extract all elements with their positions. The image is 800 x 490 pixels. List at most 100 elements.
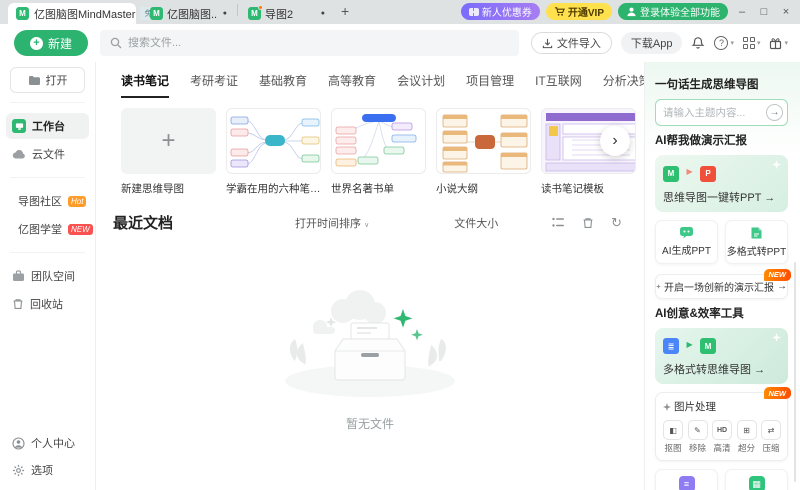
vip-button[interactable]: 开通VIP [546,3,612,20]
mindmap-to-ppt-card[interactable]: M ▶ P 思维导图一键转PPT → [655,155,788,212]
trash-button[interactable] [582,217,594,229]
tab-separator [237,4,238,16]
more-templates-button[interactable]: › [600,126,630,156]
user-icon [626,6,637,17]
generate-section-title: 一句话生成思维导图 [655,76,788,92]
sidebar-item-recycle-bin[interactable]: 回收站 [6,291,89,317]
refresh-button[interactable]: ↻ [611,215,622,231]
titlebar: M 亿图脑图MindMaster 免费 M 亿图脑图...更新内容 ● M 导图… [0,0,800,24]
hd-icon: HD [712,420,732,440]
cart-icon [554,6,565,17]
sidebar-item-personal-center[interactable]: 个人中心 [6,430,89,456]
sparkle-icon [656,282,661,291]
innovative-presentation-button[interactable]: 开启一场创新的演示汇报 → NEW [655,274,788,299]
app-outline-notes[interactable]: ≡大纲笔记 [655,469,718,490]
ai-panel: 一句话生成思维导图 → AI帮我做演示汇报 M ▶ P 思维导图一键转PPT →… [644,62,800,490]
app-task-board[interactable]: ▦任务看板 [725,469,788,490]
task-board-icon: ▦ [749,476,765,490]
template-thumbnail-novel [436,108,531,174]
topic-input-box[interactable]: → [655,99,788,126]
trash-icon [12,298,24,310]
sidebar-item-community[interactable]: 导图社区 Hot [6,188,89,214]
apps-menu-button[interactable]: ▾ [743,37,761,49]
panel-scrollbar[interactable] [794,262,796,482]
new-badge: NEW [764,269,792,281]
cloud-icon [12,149,26,160]
help-menu-button[interactable]: ? ▾ [714,36,734,50]
user-circle-icon [12,437,25,450]
tab-higher-education[interactable]: 高等教育 [328,72,376,98]
sparkle-icon [663,403,671,411]
mindmap-doc-icon: M [700,338,716,354]
template-card-novel-outline[interactable]: 小说大纲 [436,108,531,196]
apps-grid-icon [743,37,755,49]
recent-documents-title: 最近文档 [113,212,173,233]
tool-remove[interactable]: ✎移除 [688,420,708,454]
sort-dropdown[interactable]: 打开时间排序 ∨ [295,215,369,231]
notifications-button[interactable] [691,36,705,50]
tab-project-management[interactable]: 项目管理 [466,72,514,98]
multi-format-to-mindmap-card[interactable]: ≣ ▶ M 多格式转思维导图 → [655,328,788,385]
minimize-button[interactable]: – [734,6,750,18]
category-tabs: 读书笔记 考研考证 基础教育 高等教育 会议计划 项目管理 IT互联网 分析决策 [96,62,644,98]
new-badge: NEW [764,387,792,399]
gift-menu-button[interactable]: ▾ [769,37,788,50]
view-toggle-button[interactable] [552,217,565,228]
download-app-button[interactable]: 下载App [621,32,683,54]
remove-icon: ✎ [688,420,708,440]
convert-arrow-icon: ▶ [686,167,692,176]
tab-document-1[interactable]: M 亿图脑图...更新内容 ● [142,3,235,24]
bell-icon [691,36,705,50]
sidebar-item-team-space[interactable]: 团队空间 [6,263,89,289]
doc-logo-icon-modified: M [248,7,261,20]
tab-home[interactable]: M 亿图脑图MindMaster 免费 [8,3,136,24]
search-bar[interactable] [100,30,519,56]
tab-exam-prep[interactable]: 考研考证 [190,72,238,98]
newcomer-coupon-button[interactable]: 新人优惠券 [461,3,540,20]
close-button[interactable]: × [778,6,794,18]
sidebar-item-academy[interactable]: 亿图学堂 NEW [6,216,89,242]
empty-box-illustration [265,281,475,401]
template-card-book-list[interactable]: 世界名著书单 [331,108,426,196]
tab-analysis-decision[interactable]: 分析决策 [603,72,644,98]
login-button[interactable]: 登录体验全部功能 [618,3,728,20]
coupon-icon [469,8,479,16]
sidebar-item-workbench[interactable]: 工作台 [6,113,89,139]
maximize-button[interactable]: □ [756,6,772,18]
empty-state: 暂无文件 [96,281,644,432]
divider [10,177,85,178]
tab-it-internet[interactable]: IT互联网 [535,72,582,98]
template-card-new[interactable]: + 新建思维导图 [121,108,216,196]
new-document-button[interactable]: + 新建 [14,30,88,56]
multi-format-to-ppt-button[interactable]: 多格式转PPT [725,220,788,264]
new-tab-button[interactable]: + [333,3,357,22]
tool-compress[interactable]: ⇄压缩 [761,420,781,454]
tab-document-2[interactable]: M 导图2 ● [240,3,333,24]
file-size-column[interactable]: 文件大小 [454,215,498,231]
sidebar-item-cloud-files[interactable]: 云文件 [6,141,89,167]
tab-basic-education[interactable]: 基础教育 [259,72,307,98]
topic-input[interactable] [663,107,766,119]
workbench-icon [12,119,26,133]
plus-icon: + [30,37,43,50]
ai-generate-ppt-button[interactable]: AI生成PPT [655,220,718,264]
unsaved-dot: ● [223,10,227,17]
briefcase-icon [12,270,25,282]
file-import-button[interactable]: 文件导入 [531,32,612,54]
folder-icon [28,75,41,86]
app-grid: ≡大纲笔记 ▦任务看板 AAI绘画 ⌗OCR [655,469,788,490]
app-window: M 亿图脑图MindMaster 免费 M 亿图脑图...更新内容 ● M 导图… [0,0,800,490]
tab-meeting-plan[interactable]: 会议计划 [397,72,445,98]
tool-upscale[interactable]: ⊞超分 [737,420,757,454]
open-file-button[interactable]: 打开 [10,67,85,93]
submit-arrow-button[interactable]: → [766,104,783,121]
template-card-note-methods[interactable]: 学霸在用的六种笔记法 [226,108,321,196]
tool-cutout[interactable]: ◧抠图 [663,420,683,454]
sidebar-item-options[interactable]: 选项 [6,457,89,483]
tool-hd[interactable]: HD高清 [712,420,732,454]
tab-reading-notes[interactable]: 读书笔记 [121,72,169,98]
search-input[interactable] [128,37,509,49]
tools-section-title: AI创意&效率工具 [655,305,788,321]
help-icon: ? [714,36,728,50]
gear-icon [12,464,25,477]
